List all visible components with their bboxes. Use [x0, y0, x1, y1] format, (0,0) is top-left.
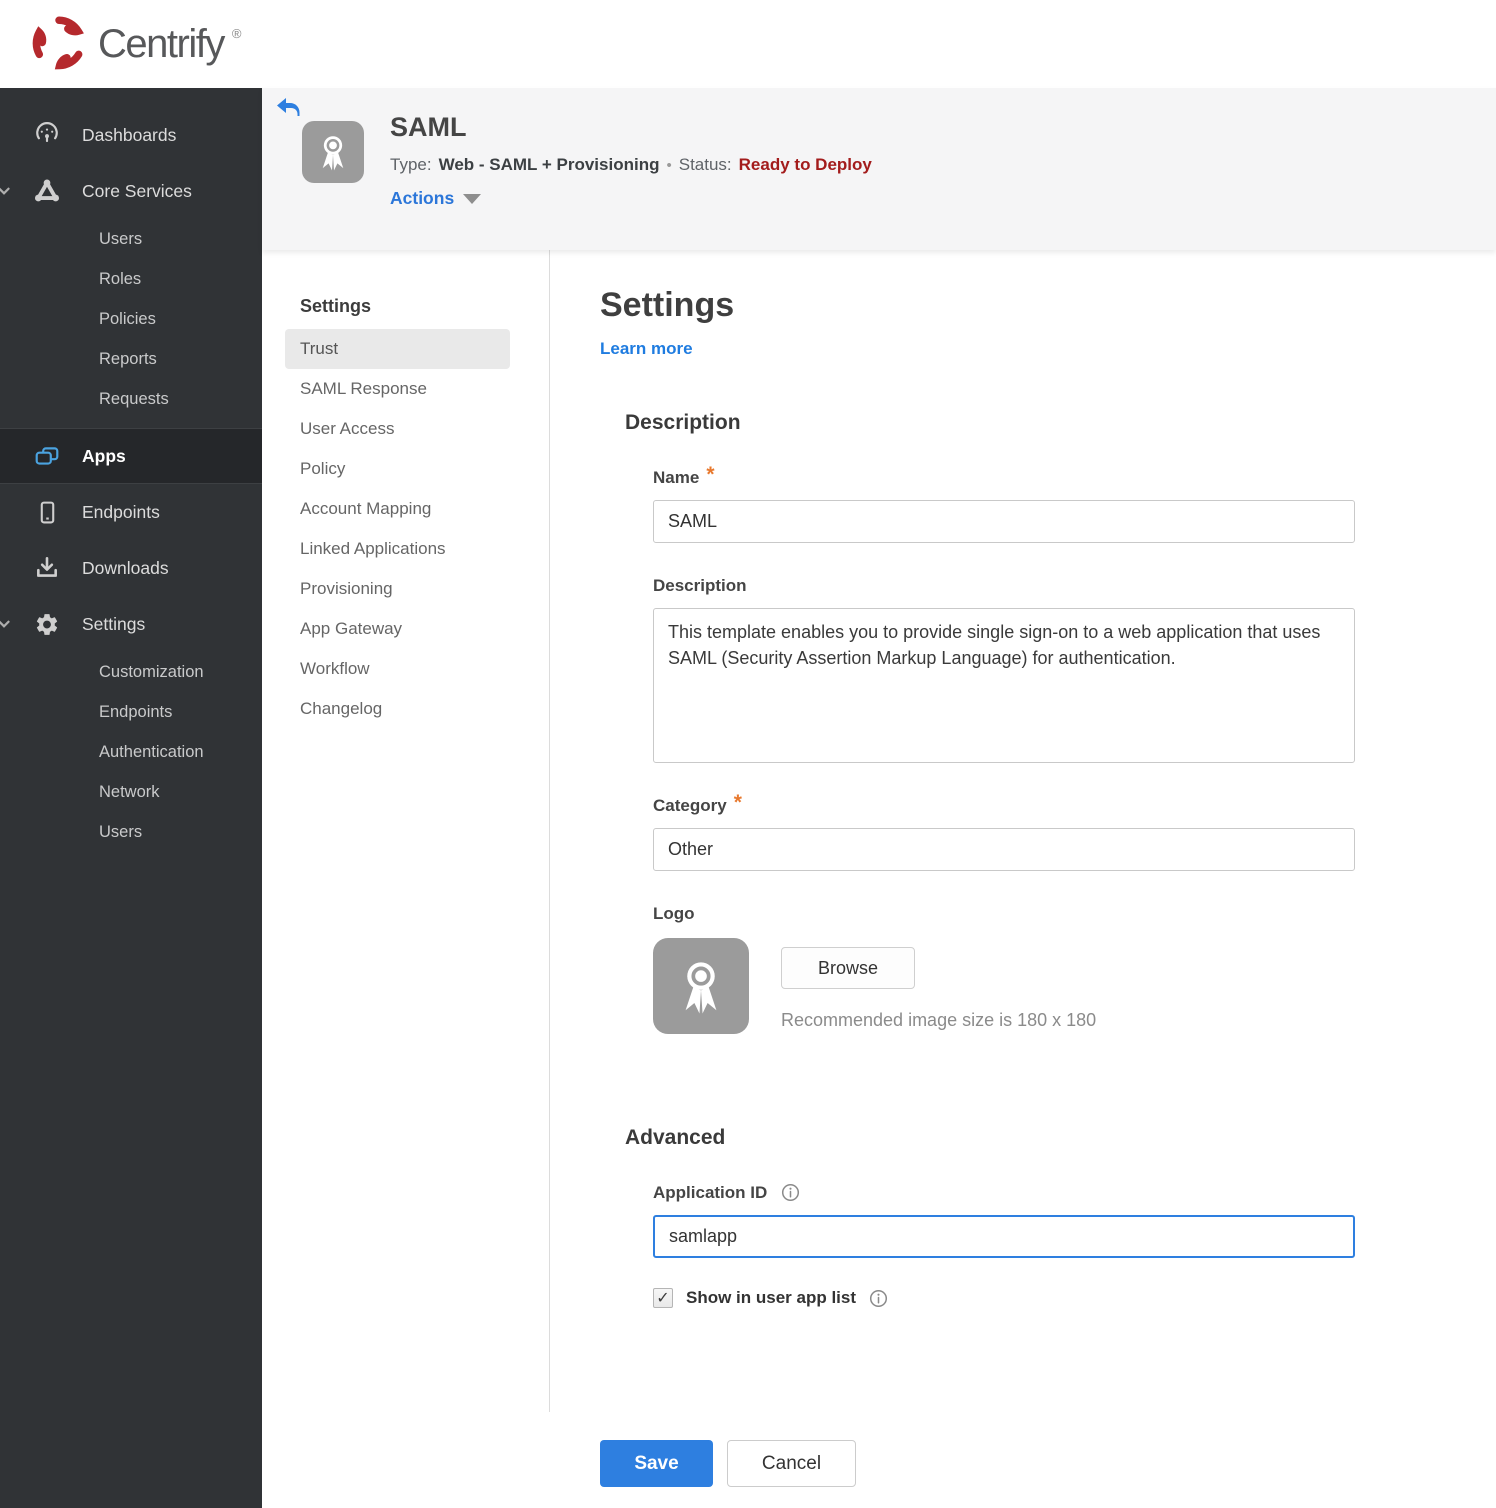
application-id-label: Application ID: [653, 1183, 768, 1202]
description-textarea[interactable]: This template enables you to provide sin…: [653, 608, 1355, 763]
subnav-item-saml-response[interactable]: SAML Response: [285, 369, 510, 409]
save-button[interactable]: Save: [600, 1440, 713, 1487]
apps-icon: [34, 443, 60, 469]
sidebar-item-downloads[interactable]: Downloads: [0, 540, 262, 596]
subnav-item-policy[interactable]: Policy: [285, 449, 510, 489]
ribbon-award-icon: [322, 136, 344, 171]
sidebar-item-reports[interactable]: Reports: [0, 339, 262, 379]
subnav-item-linked-applications[interactable]: Linked Applications: [285, 529, 510, 569]
core-services-icon: [34, 178, 60, 204]
required-marker: *: [733, 791, 742, 814]
chevron-down-icon[interactable]: [0, 182, 13, 200]
sidebar-item-dashboards[interactable]: Dashboards: [0, 112, 262, 158]
status-value: Ready to Deploy: [738, 155, 872, 174]
sidebar-item-users[interactable]: Users: [0, 219, 262, 259]
status-label: Status:: [678, 155, 732, 174]
required-marker: *: [706, 463, 715, 486]
learn-more-link[interactable]: Learn more: [600, 339, 693, 359]
logo-preview: [653, 938, 749, 1034]
sidebar-item-label: Downloads: [82, 557, 169, 578]
meta-separator: •: [666, 156, 672, 174]
sidebar-item-settings-endpoints[interactable]: Endpoints: [0, 692, 262, 732]
logo-label: Logo: [653, 904, 695, 923]
category-label: Category: [653, 796, 727, 815]
page-title: Settings: [600, 286, 735, 324]
subnav-item-trust[interactable]: Trust: [285, 329, 510, 369]
sidebar-item-label: Endpoints: [82, 501, 160, 522]
subnav-item-user-access[interactable]: User Access: [285, 409, 510, 449]
type-label: Type:: [390, 155, 432, 174]
form-footer: Save Cancel: [600, 1440, 1496, 1487]
advanced-section-heading: Advanced: [625, 1126, 726, 1149]
settings-panel: Settings Learn more Description Name * D…: [550, 250, 1496, 1412]
ribbon-award-icon: [685, 962, 717, 1014]
brand-registered-mark: ®: [231, 26, 242, 41]
gauge-icon: [34, 122, 60, 148]
actions-dropdown[interactable]: Actions: [390, 188, 872, 209]
sidebar: Dashboards Core Services Users Roles Pol…: [0, 88, 262, 1508]
type-value: Web - SAML + Provisioning: [438, 155, 660, 174]
top-bar: Centrify ®: [0, 0, 1496, 88]
core-services-sublist: Users Roles Policies Reports Requests: [0, 219, 262, 419]
app-logo-badge: [302, 121, 364, 183]
centrify-logo: Centrify ®: [28, 12, 241, 76]
sidebar-item-network[interactable]: Network: [0, 772, 262, 812]
category-input[interactable]: [653, 828, 1355, 871]
info-icon[interactable]: [869, 1289, 888, 1308]
logo-size-hint: Recommended image size is 180 x 180: [781, 1010, 1097, 1030]
sidebar-item-label: Settings: [82, 613, 146, 634]
sidebar-item-core-services[interactable]: Core Services: [0, 168, 262, 214]
sidebar-item-label: Apps: [82, 445, 126, 466]
description-label: Description: [653, 576, 747, 595]
chevron-down-icon[interactable]: [0, 615, 13, 633]
sidebar-item-label: Core Services: [82, 180, 192, 201]
sidebar-item-label: Dashboards: [82, 124, 177, 145]
app-title: SAML: [390, 112, 467, 142]
actions-label: Actions: [390, 188, 455, 208]
gear-icon: [34, 611, 60, 637]
sidebar-item-customization[interactable]: Customization: [0, 652, 262, 692]
sidebar-item-authentication[interactable]: Authentication: [0, 732, 262, 772]
application-id-input[interactable]: [653, 1215, 1355, 1258]
settings-subnav: Settings Trust SAML Response User Access…: [262, 250, 550, 1412]
mobile-device-icon: [34, 499, 60, 525]
back-arrow-icon[interactable]: [276, 97, 300, 119]
sidebar-item-settings[interactable]: Settings: [0, 596, 262, 652]
name-label: Name: [653, 468, 700, 487]
download-icon: [34, 555, 60, 581]
browse-button[interactable]: Browse: [781, 947, 915, 989]
app-meta-row: Type: Web - SAML + Provisioning • Status…: [390, 155, 872, 175]
sidebar-item-apps-active[interactable]: Apps: [0, 428, 262, 484]
subnav-item-provisioning[interactable]: Provisioning: [285, 569, 510, 609]
info-icon[interactable]: [781, 1183, 800, 1202]
cancel-button[interactable]: Cancel: [727, 1440, 856, 1487]
app-header: SAML Type: Web - SAML + Provisioning • S…: [262, 88, 1496, 250]
caret-down-icon: [463, 193, 482, 204]
description-section-heading: Description: [625, 411, 741, 434]
subnav-item-changelog[interactable]: Changelog: [285, 689, 510, 729]
subnav-heading: Settings: [300, 296, 372, 316]
sidebar-item-settings-users[interactable]: Users: [0, 812, 262, 852]
name-input[interactable]: [653, 500, 1355, 543]
brand-name: Centrify: [98, 22, 225, 66]
subnav-item-app-gateway[interactable]: App Gateway: [285, 609, 510, 649]
settings-sublist: Customization Endpoints Authentication N…: [0, 652, 262, 852]
show-in-user-app-list-label: Show in user app list: [686, 1288, 857, 1307]
sidebar-item-requests[interactable]: Requests: [0, 379, 262, 419]
show-in-user-app-list-checkbox[interactable]: ✓: [653, 1288, 673, 1308]
centrify-swirl-icon: [32, 16, 84, 70]
subnav-item-workflow[interactable]: Workflow: [285, 649, 510, 689]
sidebar-item-endpoints[interactable]: Endpoints: [0, 484, 262, 540]
subnav-item-account-mapping[interactable]: Account Mapping: [285, 489, 510, 529]
sidebar-item-policies[interactable]: Policies: [0, 299, 262, 339]
sidebar-item-roles[interactable]: Roles: [0, 259, 262, 299]
